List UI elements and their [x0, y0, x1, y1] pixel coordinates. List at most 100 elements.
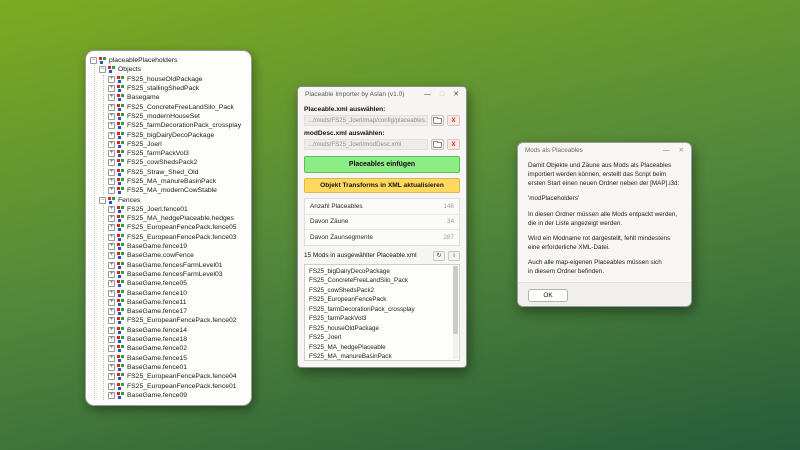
mod-list-item[interactable]: FS25_MA_hedgePlaceable: [309, 343, 451, 353]
tree-node[interactable]: +BaseGame.fence17: [108, 307, 248, 316]
expand-toggle-icon[interactable]: +: [108, 85, 115, 92]
expand-toggle-icon[interactable]: +: [108, 317, 115, 324]
tree-node[interactable]: +BaseGame.fence15: [108, 354, 248, 363]
expand-toggle-icon[interactable]: +: [108, 206, 115, 213]
tree-node[interactable]: +FS25_cowShedsPack2: [108, 158, 248, 167]
expand-toggle-icon[interactable]: +: [108, 159, 115, 166]
expand-toggle-icon[interactable]: +: [108, 336, 115, 343]
scrollbar-thumb[interactable]: [453, 266, 458, 334]
refresh-icon[interactable]: ↻: [433, 251, 445, 261]
mod-list-item[interactable]: FS25_cowShedsPack2: [309, 286, 451, 296]
placeable-browse-button[interactable]: [431, 115, 444, 126]
tree-node[interactable]: +FS25_bigDairyDecoPackage: [108, 130, 248, 139]
expand-toggle-icon[interactable]: +: [108, 355, 115, 362]
expand-toggle-icon[interactable]: +: [108, 122, 115, 129]
tree-node[interactable]: +BaseGame.fence18: [108, 335, 248, 344]
tree-node[interactable]: +FS25_EuropeanFencePack.fence04: [108, 372, 248, 381]
expand-toggle-icon[interactable]: +: [108, 373, 115, 380]
tree-node[interactable]: +FS25_EuropeanFencePack.fence01: [108, 381, 248, 390]
scrollbar[interactable]: [453, 266, 458, 359]
expand-toggle-icon[interactable]: +: [108, 271, 115, 278]
expand-toggle-icon[interactable]: +: [108, 224, 115, 231]
moddesc-browse-button[interactable]: [431, 139, 444, 150]
tree-node[interactable]: +FS25_farmDecorationPack_crossplay: [108, 121, 248, 130]
update-transforms-button[interactable]: Objekt Transforms in XML aktualisieren: [304, 178, 460, 193]
mod-list-item[interactable]: FS25_Joerl: [309, 333, 451, 343]
expand-toggle-icon[interactable]: +: [108, 104, 115, 111]
tree-node[interactable]: +BaseGame.fence14: [108, 326, 248, 335]
expand-toggle-icon[interactable]: +: [108, 141, 115, 148]
moddesc-clear-button[interactable]: X: [447, 139, 460, 150]
tree-node[interactable]: +FS25_stallingShedPack: [108, 84, 248, 93]
tree-node[interactable]: +BaseGame.cowFence: [108, 251, 248, 260]
tree-node[interactable]: +BaseGame.fence19: [108, 242, 248, 251]
tree-node[interactable]: −Objects: [99, 65, 248, 74]
mod-list-item[interactable]: FS25_farmPackVol3: [309, 314, 451, 324]
expand-toggle-icon[interactable]: +: [108, 132, 115, 139]
expand-toggle-icon[interactable]: +: [108, 113, 115, 120]
expand-toggle-icon[interactable]: +: [108, 299, 115, 306]
expand-toggle-icon[interactable]: +: [108, 178, 115, 185]
tree-node[interactable]: +FS25_EuropeanFencePack.fence02: [108, 316, 248, 325]
expand-toggle-icon[interactable]: +: [108, 187, 115, 194]
mod-list-item[interactable]: FS25_EuropeanFencePack: [309, 295, 451, 305]
tree-node[interactable]: +FS25_modernHouseSet: [108, 112, 248, 121]
minimize-icon[interactable]: —: [424, 87, 431, 102]
tree-node[interactable]: +FS25_EuropeanFencePack.fence05: [108, 223, 248, 232]
expand-toggle-icon[interactable]: +: [108, 392, 115, 399]
expand-toggle-icon[interactable]: +: [108, 169, 115, 176]
collapse-toggle-icon[interactable]: −: [99, 66, 106, 73]
expand-toggle-icon[interactable]: +: [108, 280, 115, 287]
close-icon[interactable]: ✕: [679, 146, 684, 154]
expand-toggle-icon[interactable]: +: [108, 308, 115, 315]
expand-toggle-icon[interactable]: +: [108, 383, 115, 390]
tree-node[interactable]: +BaseGame.fence02: [108, 344, 248, 353]
expand-toggle-icon[interactable]: +: [108, 234, 115, 241]
tree-node[interactable]: +BaseGame.fence10: [108, 288, 248, 297]
tree-node[interactable]: +BaseGame.fencesFarmLevel01: [108, 261, 248, 270]
expand-toggle-icon[interactable]: +: [108, 215, 115, 222]
expand-toggle-icon[interactable]: +: [108, 290, 115, 297]
tree-node[interactable]: +FS25_houseOldPackage: [108, 75, 248, 84]
placeable-xml-path-input[interactable]: .../mods/FS25_Joerl/map/config/placeable…: [304, 115, 428, 126]
tree-node[interactable]: +FS25_Joerl: [108, 140, 248, 149]
tree-node[interactable]: +BaseGame.fence09: [108, 391, 248, 400]
tree-node[interactable]: +FS25_Straw_Shed_Old: [108, 168, 248, 177]
tree-node[interactable]: +FS25_MA_modernCowStable: [108, 186, 248, 195]
tree-node[interactable]: +BaseGame.fence11: [108, 298, 248, 307]
dialog-titlebar[interactable]: Mods als Placeables — ✕: [518, 143, 691, 157]
ok-button[interactable]: OK: [528, 289, 568, 302]
expand-toggle-icon[interactable]: +: [108, 150, 115, 157]
info-icon[interactable]: i: [448, 251, 460, 261]
expand-toggle-icon[interactable]: +: [108, 76, 115, 83]
tree-node[interactable]: +BaseGame.fencesFarmLevel03: [108, 270, 248, 279]
maximize-icon[interactable]: □: [440, 87, 444, 102]
insert-placeables-button[interactable]: Placeables einfügen: [304, 156, 460, 173]
tree-node[interactable]: +FS25_MA_hedgePlaceable.hedges: [108, 214, 248, 223]
tree-node[interactable]: −placeablePlaceholders: [90, 56, 248, 65]
expand-toggle-icon[interactable]: +: [108, 364, 115, 371]
moddesc-xml-path-input[interactable]: .../mods/FS25_Joerl/modDesc.xml: [304, 139, 428, 150]
tree-node[interactable]: −Fences: [99, 195, 248, 204]
expand-toggle-icon[interactable]: +: [108, 327, 115, 334]
mod-list-item[interactable]: FS25_bigDairyDecoPackage: [309, 267, 451, 277]
importer-titlebar[interactable]: Placeable Importer by Aslan (v1.0) — □ ✕: [298, 87, 466, 102]
collapse-toggle-icon[interactable]: −: [99, 197, 106, 204]
expand-toggle-icon[interactable]: +: [108, 345, 115, 352]
tree-node[interactable]: +BaseGame.fence01: [108, 363, 248, 372]
mod-list-item[interactable]: FS25_houseOldPackage: [309, 324, 451, 334]
tree-node[interactable]: +FS25_EuropeanFencePack.fence03: [108, 233, 248, 242]
expand-toggle-icon[interactable]: +: [108, 94, 115, 101]
close-icon[interactable]: ✕: [453, 87, 459, 102]
tree-node[interactable]: +FS25_ConcreteFreeLandSilo_Pack: [108, 102, 248, 111]
mod-list-item[interactable]: FS25_ConcreteFreeLandSilo_Pack: [309, 276, 451, 286]
mod-list-item[interactable]: FS25_farmDecorationPack_crossplay: [309, 305, 451, 315]
tree-node[interactable]: +Basegame: [108, 93, 248, 102]
placeable-clear-button[interactable]: X: [447, 115, 460, 126]
mod-list[interactable]: FS25_bigDairyDecoPackageFS25_ConcreteFre…: [304, 264, 460, 361]
tree-node[interactable]: +BaseGame.fence05: [108, 279, 248, 288]
tree-node[interactable]: +FS25_MA_manureBasinPack: [108, 177, 248, 186]
expand-toggle-icon[interactable]: +: [108, 262, 115, 269]
collapse-toggle-icon[interactable]: −: [90, 57, 97, 64]
tree-node[interactable]: +FS25_farmPackVol3: [108, 149, 248, 158]
